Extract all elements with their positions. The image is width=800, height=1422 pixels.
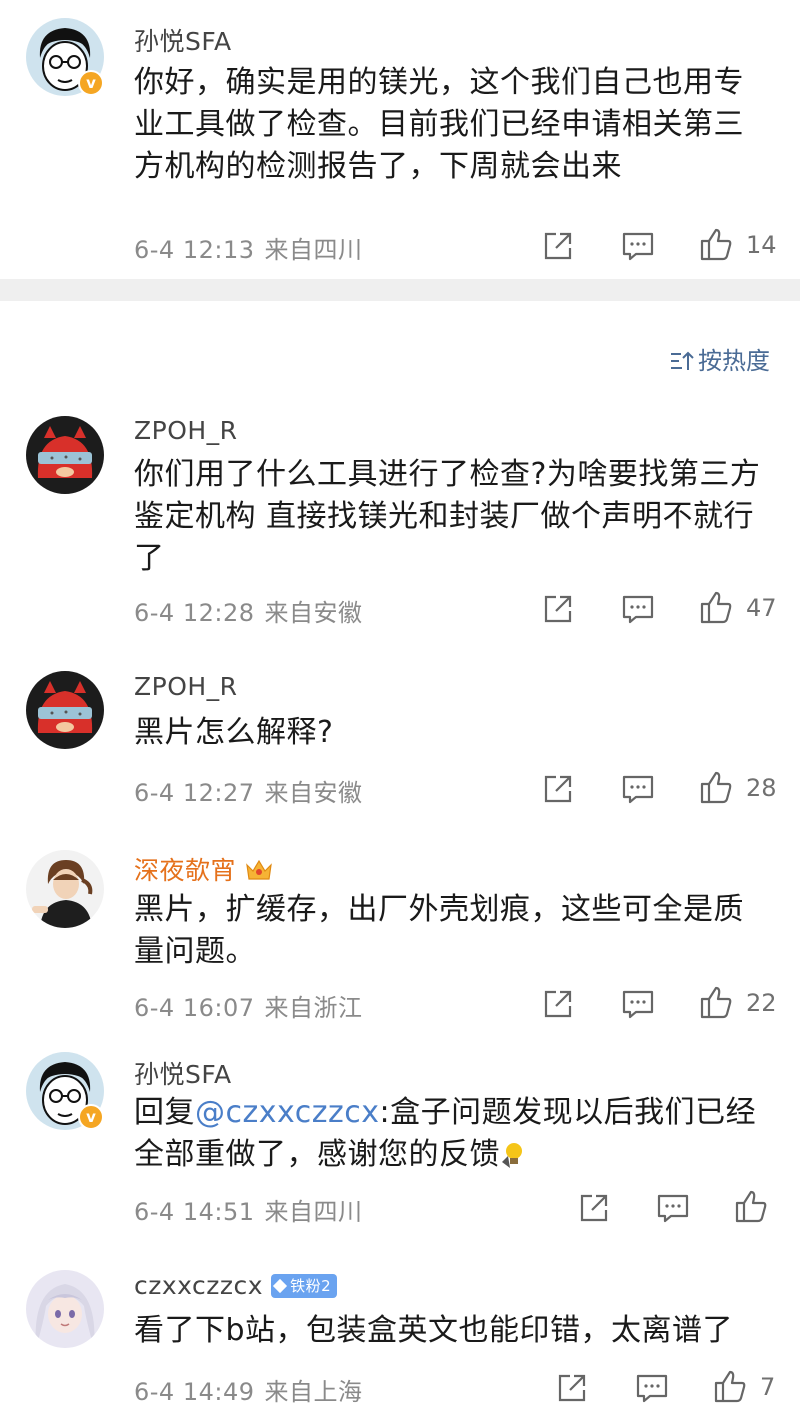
mention-link[interactable]: @czxxczzcx [195,1095,379,1130]
username[interactable]: 孙悦SFA [134,22,232,58]
comment-location: 来自四川 [264,1198,363,1226]
anime-avatar-image [26,850,104,928]
comment-location: 来自上海 [264,1378,363,1406]
comment-icon[interactable] [620,591,656,627]
comment-icon[interactable] [620,771,656,807]
like-count: 14 [746,231,777,259]
verified-icon: v [78,1104,104,1130]
comment-text: 黑片怎么解释? [134,715,334,750]
avatar[interactable] [26,416,104,494]
like-icon[interactable] [733,1188,769,1224]
like-icon[interactable] [698,769,734,805]
like-icon[interactable] [712,1368,748,1404]
comment-icon[interactable] [634,1370,670,1406]
share-icon[interactable] [540,771,576,807]
comment-date: 6-4 14:51 [134,1198,255,1226]
username[interactable]: ZPOH_R [134,416,238,445]
sort-label: 按热度 [698,347,770,375]
username-text: czxxczzcx [134,1271,264,1300]
comment-text: 回复@czxxczzcx:盒子问题发现以后我们已经全部重做了，感谢您的反馈 [134,1092,770,1176]
section-divider [0,279,800,301]
sort-by-popularity-button[interactable]: 按热度 [670,341,770,376]
cartoon-avatar-image [26,671,104,749]
verified-icon: v [78,70,104,96]
like-icon[interactable] [698,226,734,262]
username[interactable]: czxxczzcx 铁粉2 [134,1271,338,1300]
like-icon[interactable] [698,984,734,1020]
comment-icon[interactable] [620,228,656,264]
fan-level-badge: 铁粉2 [271,1274,338,1298]
like-icon[interactable] [698,589,734,625]
diamond-icon [272,1278,288,1294]
fan-badge-label: 铁粉2 [290,1277,332,1295]
username-text: 深夜欹宵 [134,856,237,885]
avatar[interactable] [26,671,104,749]
sort-icon [671,351,694,370]
share-icon[interactable] [554,1370,590,1406]
comment-date: 6-4 12:27 [134,779,255,807]
like-count: 22 [746,989,777,1017]
comment-icon[interactable] [620,986,656,1022]
comment-meta: 6-4 14:51 来自四川 [134,1192,363,1227]
comment-text: 看了下b站，包装盒英文也能印错，太离谱了 [134,1313,734,1348]
comment-meta: 6-4 14:49 来自上海 [134,1372,363,1407]
reply-prefix: 回复 [134,1095,195,1130]
comment-meta: 6-4 16:07 来自浙江 [134,988,363,1023]
comment-text: 你们用了什么工具进行了检查?为啥要找第三方鉴定机构 直接找镁光和封装厂做个声明不… [134,457,761,576]
avatar[interactable] [26,850,104,928]
share-icon[interactable] [540,986,576,1022]
comment-date: 6-4 16:07 [134,994,255,1022]
comment-text: 你好，确实是用的镁光，这个我们自己也用专业工具做了检查。目前我们已经申请相关第三… [134,65,744,184]
username[interactable]: ZPOH_R [134,672,238,701]
cartoon-avatar-image [26,416,104,494]
comment-location: 来自四川 [264,236,363,264]
comment-location: 来自安徽 [264,779,363,807]
comment-location: 来自安徽 [264,599,363,627]
username[interactable]: 深夜欹宵 [134,851,274,887]
crown-icon [246,859,272,880]
comment-date: 6-4 14:49 [134,1378,255,1406]
anime-avatar-image [26,1270,104,1348]
comment-meta: 6-4 12:28 来自安徽 [134,593,363,628]
username[interactable]: 孙悦SFA [134,1055,232,1091]
comment-text: 黑片，扩缓存，出厂外壳划痕，这些可全是质量问题。 [134,892,744,969]
lightbulb-icon [502,1143,522,1168]
comment-date: 6-4 12:28 [134,599,255,627]
avatar[interactable] [26,1270,104,1348]
like-count: 47 [746,594,777,622]
comment-icon[interactable] [655,1190,691,1226]
share-icon[interactable] [540,228,576,264]
comment-meta: 6-4 12:27 来自安徽 [134,773,363,808]
like-count: 7 [760,1373,776,1401]
share-icon[interactable] [576,1190,612,1226]
comment-date: 6-4 12:13 [134,236,255,264]
share-icon[interactable] [540,591,576,627]
comment-meta: 6-4 12:13 来自四川 [134,230,363,265]
like-count: 28 [746,774,777,802]
comment-location: 来自浙江 [264,994,363,1022]
